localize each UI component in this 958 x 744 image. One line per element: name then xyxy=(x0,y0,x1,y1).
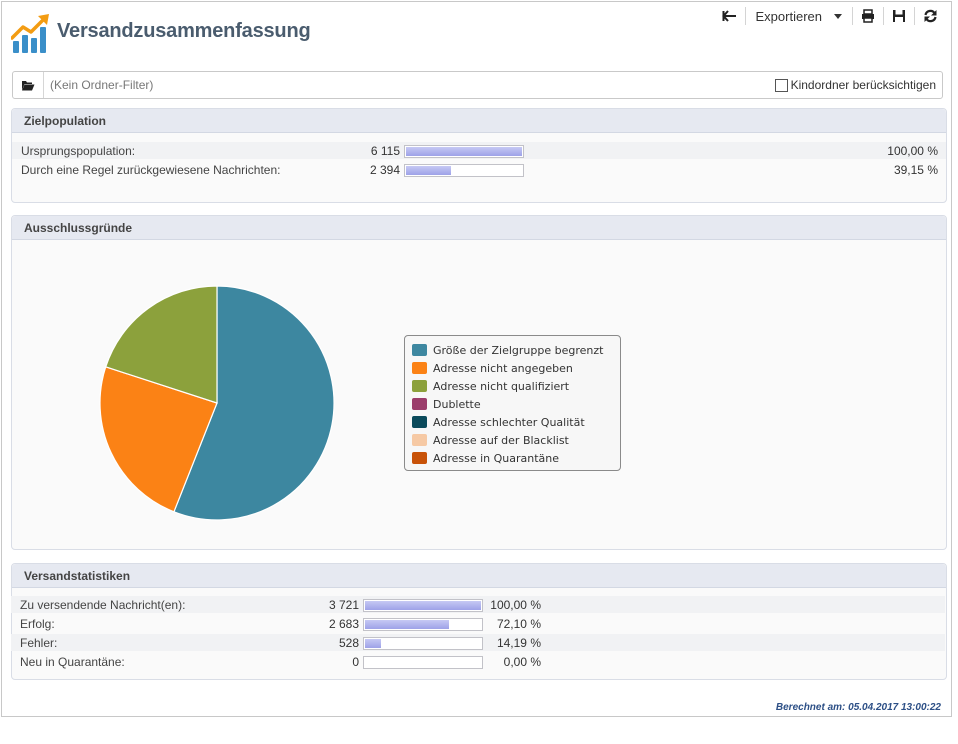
legend-label: Adresse nicht angegeben xyxy=(433,361,573,375)
row-percent: 14,19 % xyxy=(496,636,541,650)
target-population-panel: Zielpopulation Ursprungspopulation: 6 11… xyxy=(11,108,947,203)
row-label: Neu in Quarantäne: xyxy=(20,655,125,669)
legend-swatch xyxy=(412,416,427,428)
toolbar-separator xyxy=(914,7,915,25)
legend-swatch xyxy=(412,452,427,464)
row-percent: 0,00 % xyxy=(503,655,541,669)
legend-label: Adresse auf der Blacklist xyxy=(433,433,569,447)
legend-item: Größe der Zielgruppe begrenzt xyxy=(412,341,620,359)
progress-bar xyxy=(404,145,524,158)
progress-fill xyxy=(365,620,449,629)
legend-label: Adresse schlechter Qualität xyxy=(433,415,585,429)
progress-fill xyxy=(406,147,522,156)
legend-label: Dublette xyxy=(433,397,481,411)
toolbar: Exportieren xyxy=(721,6,939,26)
legend-item: Adresse nicht qualifiziert xyxy=(412,377,620,395)
table-row: Erfolg: 2 683 72,10 % xyxy=(11,615,945,632)
include-subfolders-toggle[interactable]: Kindordner berücksichtigen xyxy=(774,78,936,92)
refresh-icon xyxy=(923,9,937,23)
computed-at-timestamp: Berechnet am: 05.04.2017 13:00:22 xyxy=(775,702,941,713)
legend-swatch xyxy=(412,362,427,374)
folder-filter-input[interactable]: (Kein Ordner-Filter) xyxy=(50,78,153,92)
row-label: Durch eine Regel zurückgewiesene Nachric… xyxy=(21,163,281,177)
legend-swatch xyxy=(412,344,427,356)
chart-legend: Größe der Zielgruppe begrenzt Adresse nic… xyxy=(404,335,621,471)
legend-swatch xyxy=(412,434,427,446)
legend-item: Adresse nicht angegeben xyxy=(412,359,620,377)
chevron-down-icon xyxy=(834,13,842,19)
panel-title: Zielpopulation xyxy=(12,109,946,133)
chart-logo-icon xyxy=(11,14,49,53)
row-value: 3 721 xyxy=(328,598,359,612)
row-percent: 39,15 % xyxy=(893,163,938,177)
legend-swatch xyxy=(412,380,427,392)
row-value: 2 394 xyxy=(369,163,400,177)
table-row: Ursprungspopulation: 6 115 100,00 % xyxy=(12,142,946,159)
floppy-disk-icon xyxy=(893,10,905,22)
row-label: Ursprungspopulation: xyxy=(21,144,136,158)
legend-swatch xyxy=(412,398,427,410)
legend-item: Adresse schlechter Qualität xyxy=(412,413,620,431)
include-subfolders-label: Kindordner berücksichtigen xyxy=(790,78,936,92)
progress-fill xyxy=(365,639,382,648)
print-button[interactable] xyxy=(859,6,877,26)
legend-item: Adresse in Quarantäne xyxy=(412,449,620,467)
row-label: Zu versendende Nachricht(en): xyxy=(20,598,186,612)
exclusion-pie-chart xyxy=(99,285,335,521)
row-label: Erfolg: xyxy=(20,617,55,631)
save-button[interactable] xyxy=(890,6,908,26)
folder-open-icon xyxy=(22,80,35,90)
folder-filter-button[interactable] xyxy=(13,72,44,98)
toolbar-separator xyxy=(883,7,884,25)
toolbar-separator xyxy=(852,7,853,25)
folder-filter-bar: (Kein Ordner-Filter) Kindordner berücksi… xyxy=(12,71,943,99)
export-label: Exportieren xyxy=(755,8,822,24)
report-frame: Versandzusammenfassung Exportieren (Kein… xyxy=(1,1,952,717)
row-value: 0 xyxy=(352,655,359,669)
row-percent: 100,00 % xyxy=(887,144,938,158)
refresh-button[interactable] xyxy=(921,6,939,26)
printer-icon xyxy=(862,9,874,23)
row-percent: 72,10 % xyxy=(496,617,541,631)
row-label: Fehler: xyxy=(20,636,58,650)
table-row: Neu in Quarantäne: 0 0,00 % xyxy=(11,653,945,670)
table-row: Fehler: 528 14,19 % xyxy=(11,634,945,651)
table-row: Durch eine Regel zurückgewiesene Nachric… xyxy=(12,161,946,178)
legend-label: Adresse nicht qualifiziert xyxy=(433,379,570,393)
row-percent: 100,00 % xyxy=(490,598,541,612)
row-value: 6 115 xyxy=(370,144,400,158)
legend-label: Größe der Zielgruppe begrenzt xyxy=(433,343,604,357)
page-title: Versandzusammenfassung xyxy=(57,20,311,42)
progress-fill xyxy=(406,166,452,175)
include-subfolders-checkbox[interactable] xyxy=(774,78,788,92)
toolbar-separator xyxy=(744,7,746,25)
legend-item: Dublette xyxy=(412,395,620,413)
legend-item: Adresse auf der Blacklist xyxy=(412,431,620,449)
table-row: Zu versendende Nachricht(en): 3 721 100,00… xyxy=(11,596,945,613)
legend-label: Adresse in Quarantäne xyxy=(433,451,560,465)
progress-bar xyxy=(404,164,524,177)
back-button[interactable] xyxy=(721,6,739,26)
row-value: 2 683 xyxy=(328,617,359,631)
export-button[interactable]: Exportieren xyxy=(752,6,846,26)
row-value: 528 xyxy=(338,636,359,650)
panel-title: Ausschlussgründe xyxy=(12,216,946,240)
back-arrow-icon xyxy=(722,10,737,22)
panel-title: Versandstatistiken xyxy=(12,564,946,588)
